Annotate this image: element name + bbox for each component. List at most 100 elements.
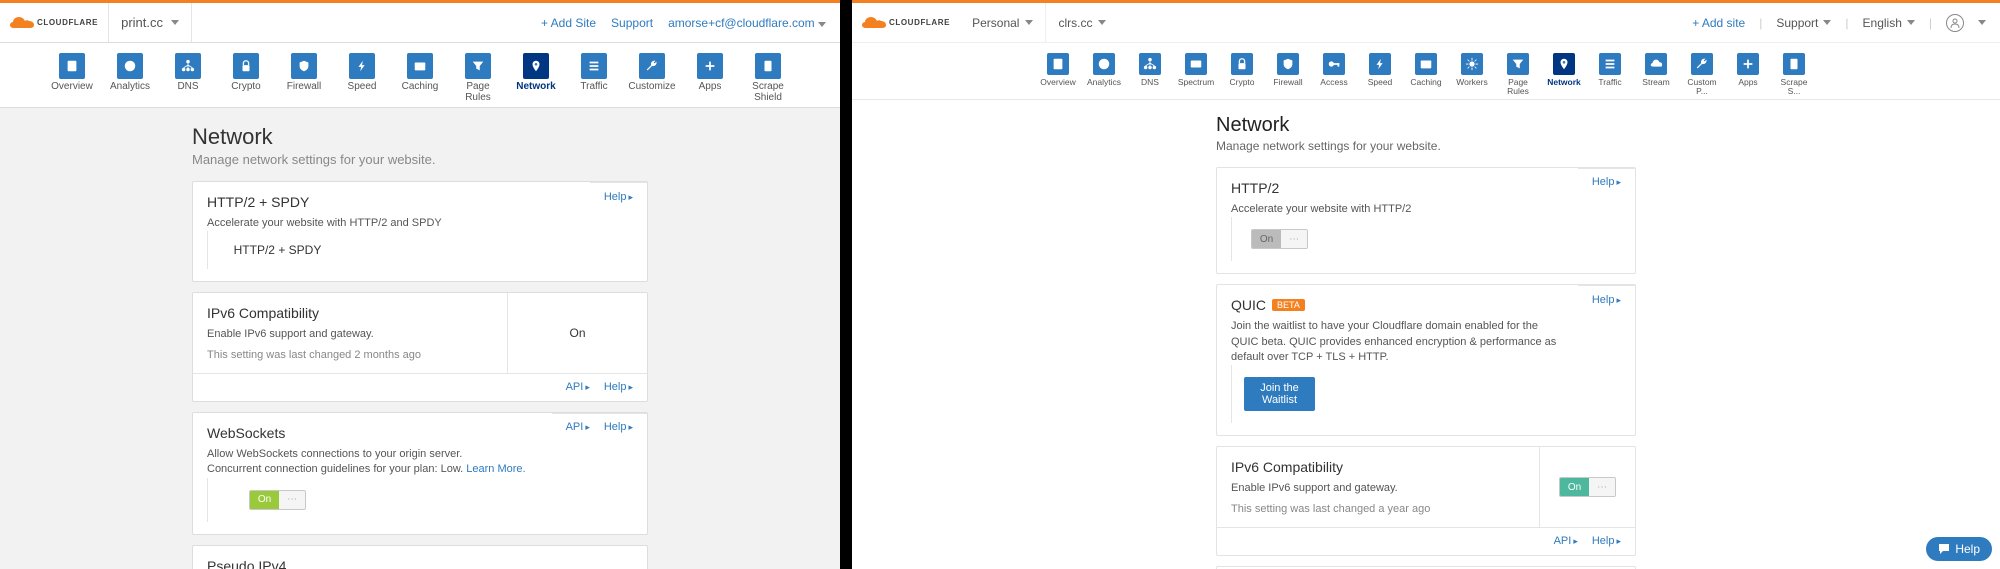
nav-label: Overview <box>1040 78 1075 87</box>
nav-label: Stream <box>1642 78 1669 87</box>
nav-item-apps[interactable]: Apps <box>686 53 734 103</box>
funnel-icon <box>465 53 491 79</box>
card-desc: Join the waitlist to have your Cloudflar… <box>1231 319 1564 365</box>
nav-item-speed[interactable]: Speed <box>1360 53 1400 96</box>
nav-label: PageRules <box>465 82 491 103</box>
support-link[interactable]: Support <box>611 16 653 30</box>
add-site-link[interactable]: + Add site <box>1692 16 1745 30</box>
header-right: CLOUDFLARE Personal clrs.cc + Add site |… <box>852 3 2000 43</box>
nav-item-dns[interactable]: DNS <box>1130 53 1170 96</box>
site-selector[interactable]: print.cc <box>109 3 192 42</box>
nav-label: Access <box>1320 78 1347 87</box>
help-link[interactable]: Help▸ <box>1592 535 1621 547</box>
toggle[interactable]: On⋯ <box>1251 229 1308 249</box>
list-icon <box>581 53 607 79</box>
page-subtitle: Manage network settings for your website… <box>1216 139 1636 153</box>
cloud-icon <box>1645 53 1667 75</box>
nav-label: Speed <box>348 82 377 93</box>
nav-item-caching[interactable]: Caching <box>1406 53 1446 96</box>
learn-more-link[interactable]: Learn More. <box>466 463 525 475</box>
account-link[interactable]: amorse+cf@cloudflare.com <box>668 16 826 30</box>
card-bar: API▸ Help▸ <box>193 373 647 401</box>
card-desc: Accelerate your website with HTTP/2 and … <box>207 216 576 231</box>
cloudflare-logo[interactable]: CLOUDFLARE <box>0 3 109 42</box>
api-link[interactable]: API▸ <box>566 421 590 433</box>
nav-item-speed[interactable]: Speed <box>338 53 386 103</box>
cloud-icon <box>10 16 34 30</box>
nav-item-network[interactable]: Network <box>1544 53 1584 96</box>
pin-icon <box>523 53 549 79</box>
page-icon <box>1783 53 1805 75</box>
api-link[interactable]: API▸ <box>1554 535 1578 547</box>
language-dropdown[interactable]: English <box>1863 16 1915 30</box>
shield-icon <box>1277 53 1299 75</box>
nav-item-scrape-shield[interactable]: ScrapeShield <box>744 53 792 103</box>
cloudflare-logo[interactable]: CLOUDFLARE <box>852 3 960 42</box>
split-divider <box>840 0 852 569</box>
card-title: HTTP/2 <box>1231 180 1564 196</box>
nav-item-workers[interactable]: Workers <box>1452 53 1492 96</box>
toggle[interactable]: On⋯ <box>249 490 306 510</box>
setting-card: QUICBETAJoin the waitlist to have your C… <box>1216 284 1636 436</box>
nav-item-spectrum[interactable]: Spectrum <box>1176 53 1216 96</box>
user-icon[interactable] <box>1946 14 1964 32</box>
main-nav-left: Overview AnalyticsDNSCryptoFirewall Speed C… <box>0 43 840 108</box>
doc-icon <box>59 53 85 79</box>
nav-item-dns[interactable]: DNS <box>164 53 212 103</box>
nav-item-apps[interactable]: Apps <box>1728 53 1768 96</box>
api-link[interactable]: API▸ <box>566 381 590 393</box>
page-title: Network <box>1216 114 1636 137</box>
help-link[interactable]: Help▸ <box>604 191 633 203</box>
nav-item-network[interactable]: Network <box>512 53 560 103</box>
pie-icon <box>117 53 143 79</box>
nav-item-page-rules[interactable]: PageRules <box>454 53 502 103</box>
card-bar: Help▸ <box>590 182 647 210</box>
nav-label: Analytics <box>1087 78 1121 87</box>
nav-item-crypto[interactable]: Crypto <box>222 53 270 103</box>
help-link[interactable]: Help▸ <box>604 381 633 393</box>
nav-item-customize[interactable]: Customize <box>628 53 676 103</box>
help-link[interactable]: Help▸ <box>1592 176 1621 188</box>
chevron-down-icon <box>1978 20 1986 25</box>
help-fab[interactable]: Help <box>1926 537 1992 561</box>
nav-item-overview[interactable]: Overview <box>1038 53 1078 96</box>
brand-text: CLOUDFLARE <box>37 18 98 27</box>
nav-item-traffic[interactable]: Traffic <box>570 53 618 103</box>
nav-item-stream[interactable]: Stream <box>1636 53 1676 96</box>
card-bar: API▸ Help▸ <box>1217 527 1635 555</box>
nav-item-analytics[interactable]: Analytics <box>106 53 154 103</box>
nav-item-caching[interactable]: Caching <box>396 53 444 103</box>
add-site-link[interactable]: + Add Site <box>541 16 596 30</box>
setting-value: HTTP/2 + SPDY <box>234 243 322 257</box>
nav-label: Overview <box>51 82 93 93</box>
nav-item-crypto[interactable]: Crypto <box>1222 53 1262 96</box>
help-link[interactable]: Help▸ <box>604 421 633 433</box>
beta-badge: BETA <box>1272 299 1305 311</box>
nav-item-custom-p-[interactable]: CustomP... <box>1682 53 1722 96</box>
nav-item-traffic[interactable]: Traffic <box>1590 53 1630 96</box>
nav-item-scrape-s-[interactable]: ScrapeS... <box>1774 53 1814 96</box>
nav-item-firewall[interactable]: Firewall <box>1268 53 1308 96</box>
nav-item-analytics[interactable]: Analytics <box>1084 53 1124 96</box>
card-side: On⋯ <box>1539 447 1635 526</box>
cloud-icon <box>862 16 886 30</box>
plus-icon <box>697 53 723 79</box>
support-dropdown[interactable]: Support <box>1776 16 1831 30</box>
account-selector[interactable]: Personal <box>960 3 1045 42</box>
page-title: Network <box>192 124 648 150</box>
help-link[interactable]: Help▸ <box>1592 294 1621 306</box>
chevron-down-icon <box>1098 20 1106 25</box>
nav-item-overview[interactable]: Overview <box>48 53 96 103</box>
nav-label: ScrapeShield <box>752 82 784 103</box>
nav-item-access[interactable]: Access <box>1314 53 1354 96</box>
site-selector[interactable]: clrs.cc <box>1045 3 1118 42</box>
nav-item-page-rules[interactable]: PageRules <box>1498 53 1538 96</box>
toggle[interactable]: On⋯ <box>1559 477 1616 497</box>
setting-card: Pseudo IPv4 <box>192 545 648 569</box>
card-desc: Enable IPv6 support and gateway. <box>1231 481 1525 496</box>
funnel-icon <box>1507 53 1529 75</box>
nav-item-firewall[interactable]: Firewall <box>280 53 328 103</box>
plus-icon <box>1737 53 1759 75</box>
action-button[interactable]: Join the Waitlist <box>1244 377 1315 411</box>
lock-icon <box>1231 53 1253 75</box>
